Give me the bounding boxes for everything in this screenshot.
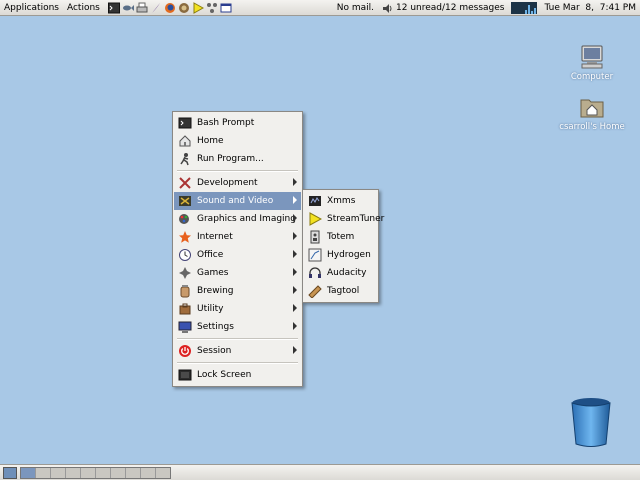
window-icon[interactable]: [220, 2, 232, 14]
play-icon[interactable]: [192, 1, 204, 14]
menu-item-games[interactable]: Games: [174, 264, 301, 282]
menu-separator: [177, 362, 298, 364]
mail-status[interactable]: No mail.: [333, 0, 378, 16]
computer-icon: [581, 45, 603, 69]
submenu-arrow-icon: [293, 268, 297, 276]
bottom-panel: [0, 464, 640, 480]
workspace-1[interactable]: [21, 467, 36, 478]
menu-item-audacity[interactable]: Audacity: [304, 264, 377, 282]
desktop-icon-home[interactable]: csarroll's Home: [557, 94, 627, 132]
firefox-icon[interactable]: [164, 2, 176, 14]
menu-item-office[interactable]: Office: [174, 246, 301, 264]
play-icon: [308, 212, 322, 226]
star-icon: [178, 230, 192, 244]
submenu-arrow-icon: [293, 214, 297, 222]
home-folder-icon: [580, 99, 604, 118]
printer-icon[interactable]: [136, 2, 148, 14]
cpu-monitor-graph[interactable]: [511, 2, 538, 14]
tag-icon: [308, 284, 322, 298]
network-icon[interactable]: [206, 2, 218, 14]
submenu-arrow-icon: [293, 304, 297, 312]
workspace-6[interactable]: [96, 467, 111, 478]
menu-item-run-program[interactable]: Run Program...: [174, 150, 301, 168]
power-icon: [178, 344, 192, 358]
menu-item-bash-prompt[interactable]: Bash Prompt: [174, 114, 301, 132]
workspace-4[interactable]: [66, 467, 81, 478]
desktop-icon-label: csarroll's Home: [559, 122, 625, 132]
menu-item-graphics-and-imaging[interactable]: Graphics and Imaging: [174, 210, 301, 228]
headphones-icon: [308, 266, 322, 280]
workspace-3[interactable]: [51, 467, 66, 478]
xmms-icon: [308, 194, 322, 208]
sound-and-video-submenu: Xmms StreamTuner Totem Hydrogen Audacity…: [302, 189, 384, 303]
workspace-switcher[interactable]: [20, 466, 171, 479]
menu-separator: [177, 170, 298, 172]
actions-menu-button[interactable]: Actions: [63, 0, 104, 16]
home-icon: [178, 134, 192, 148]
launcher-bar: [107, 1, 233, 14]
submenu-arrow-icon: [293, 178, 297, 186]
hydrogen-icon: [308, 248, 322, 262]
system-tray: No mail. 12 unread/12 messages Tue Mar 8…: [333, 0, 640, 16]
film-icon: [178, 194, 192, 208]
menu-item-lock-screen[interactable]: Lock Screen: [174, 366, 301, 384]
clock[interactable]: Tue Mar 8, 7:41 PM: [540, 0, 640, 16]
submenu-arrow-icon: [293, 346, 297, 354]
tools-icon: [178, 176, 192, 190]
menu-item-development[interactable]: Development: [174, 174, 301, 192]
menu-item-session[interactable]: Session: [174, 342, 301, 360]
desktop-icon-trash[interactable]: [556, 396, 626, 450]
messages-status: 12 unread/12 messages: [396, 3, 505, 13]
submenu-arrow-icon: [293, 322, 297, 330]
menu-separator: [177, 338, 298, 340]
lock-screen-icon: [178, 368, 192, 382]
run-icon: [178, 152, 192, 166]
workspace-2[interactable]: [36, 467, 51, 478]
applications-menu-button[interactable]: Applications: [0, 0, 63, 16]
menu-item-internet[interactable]: Internet: [174, 228, 301, 246]
utility-icon: [178, 302, 192, 316]
menu-item-sound-and-video[interactable]: Sound and Video: [174, 192, 301, 210]
desktop-icon-computer[interactable]: Computer: [557, 44, 627, 82]
menu-item-streamtuner[interactable]: StreamTuner: [304, 210, 384, 228]
gamepad-icon: [178, 266, 192, 280]
top-panel: Applications Actions No mail. 12 unread/…: [0, 0, 640, 16]
menu-item-totem[interactable]: Totem: [304, 228, 377, 246]
terminal-icon: [178, 116, 192, 130]
monitor-icon: [178, 320, 192, 334]
desktop-icon-label: Computer: [570, 72, 614, 82]
submenu-arrow-icon: [293, 196, 297, 204]
menu-item-xmms[interactable]: Xmms: [304, 192, 377, 210]
paint-icon: [178, 212, 192, 226]
menu-item-hydrogen[interactable]: Hydrogen: [304, 246, 377, 264]
applications-menu: Bash Prompt Home Run Program... Developm…: [172, 111, 303, 387]
menu-item-tagtool[interactable]: Tagtool: [304, 282, 377, 300]
workspace-10[interactable]: [156, 467, 170, 478]
workspace-5[interactable]: [81, 467, 96, 478]
menu-item-home[interactable]: Home: [174, 132, 301, 150]
submenu-arrow-icon: [293, 232, 297, 240]
menu-item-utility[interactable]: Utility: [174, 300, 301, 318]
terminal-icon[interactable]: [107, 2, 120, 14]
workspace-8[interactable]: [126, 467, 141, 478]
menu-item-brewing[interactable]: Brewing: [174, 282, 301, 300]
submenu-arrow-icon: [293, 286, 297, 294]
gimp-icon[interactable]: [178, 2, 190, 14]
jar-icon: [178, 284, 192, 298]
speaker-icon: [383, 3, 392, 13]
submenu-arrow-icon: [293, 250, 297, 258]
fish-icon[interactable]: [122, 2, 134, 14]
feather-icon[interactable]: [150, 2, 162, 14]
workspace-9[interactable]: [141, 467, 156, 478]
menu-item-settings[interactable]: Settings: [174, 318, 301, 336]
clock-icon: [178, 248, 192, 262]
show-desktop-button[interactable]: [3, 466, 17, 479]
workspace-7[interactable]: [111, 467, 126, 478]
totem-icon: [308, 230, 322, 244]
messages-indicator[interactable]: 12 unread/12 messages: [378, 0, 508, 16]
trash-icon: [571, 398, 611, 447]
